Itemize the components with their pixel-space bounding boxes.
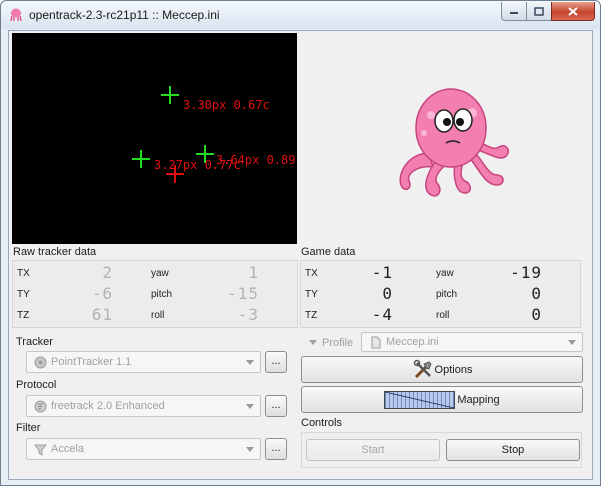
close-icon <box>568 6 578 16</box>
chevron-down-icon <box>568 340 576 345</box>
filter-icon <box>34 444 47 456</box>
app-window: opentrack-2.3-rc21p11 :: Meccep.ini 3.30… <box>0 0 601 486</box>
protocol-select[interactable]: freetrack 2.0 Enhanced <box>26 395 261 417</box>
raw-ty-label: TY <box>17 289 30 300</box>
document-icon <box>371 336 381 349</box>
raw-tracker-panel: TX 2 yaw 1 TY -6 pitch -15 TZ 61 roll -3 <box>12 260 298 328</box>
chevron-down-icon <box>246 360 254 365</box>
profile-select[interactable]: Meccep.ini <box>361 332 583 352</box>
tracker-settings-button[interactable]: ... <box>265 351 287 373</box>
tools-icon <box>413 359 432 378</box>
tracker-select[interactable]: PointTracker 1.1 <box>26 351 261 373</box>
raw-roll-value: -3 <box>237 305 259 324</box>
game-ty-value: 0 <box>382 284 393 303</box>
game-roll-label: roll <box>436 310 450 321</box>
profile-label: Profile <box>322 337 354 349</box>
tracker-points-overlay: 3.30px 0.67c 3.27px 0.77c 3.64px 0.89 <box>132 86 295 183</box>
game-pitch-value: 0 <box>531 284 542 303</box>
filter-select[interactable]: Accela <box>26 438 261 460</box>
maximize-button[interactable] <box>526 2 552 21</box>
chevron-down-icon <box>246 447 254 452</box>
options-label: Options <box>434 363 473 376</box>
tracker-value: PointTracker 1.1 <box>51 356 132 368</box>
game-tx-value: -1 <box>371 263 393 282</box>
raw-yaw-label: yaw <box>151 268 169 279</box>
game-roll-value: 0 <box>531 305 542 324</box>
tracker-title: Tracker <box>16 336 53 348</box>
raw-pitch-value: -15 <box>227 284 259 303</box>
raw-tz-label: TZ <box>17 310 30 321</box>
protocol-title: Protocol <box>16 379 57 391</box>
filter-title: Filter <box>16 422 41 434</box>
game-ty-label: TY <box>305 289 318 300</box>
maximize-icon <box>534 6 544 16</box>
stop-button[interactable]: Stop <box>446 439 580 461</box>
game-tz-value: -4 <box>371 305 393 324</box>
game-pitch-label: pitch <box>436 289 458 300</box>
controls-panel: Start Stop <box>301 432 582 468</box>
minimize-button[interactable] <box>501 2 527 21</box>
filter-settings-button[interactable]: ... <box>265 438 287 460</box>
mapping-label: Mapping <box>457 393 500 406</box>
game-tz-label: TZ <box>305 310 318 321</box>
start-button[interactable]: Start <box>306 439 440 461</box>
title-bar[interactable]: opentrack-2.3-rc21p11 :: Meccep.ini <box>1 1 600 29</box>
raw-tz-value: 61 <box>91 305 113 324</box>
raw-yaw-value: 1 <box>248 263 259 282</box>
raw-pitch-label: pitch <box>151 289 173 300</box>
chevron-down-icon <box>246 404 254 409</box>
game-yaw-value: -19 <box>510 263 542 282</box>
minimize-icon <box>510 12 518 14</box>
octopus-app-icon <box>10 8 22 22</box>
protocol-settings-button[interactable]: ... <box>265 395 287 417</box>
point-label: 3.64px 0.89 <box>216 153 295 167</box>
tracker-icon <box>34 356 47 369</box>
mapping-button[interactable]: Mapping <box>301 386 583 413</box>
main-panel: 3.30px 0.67c 3.27px 0.77c 3.64px 0.89 Ra… <box>8 30 593 480</box>
game-data-panel: TX -1 yaw -19 TY 0 pitch 0 TZ -4 roll 0 <box>300 260 581 328</box>
raw-tx-value: 2 <box>102 263 113 282</box>
game-data-title: Game data <box>301 246 356 258</box>
controls-title: Controls <box>301 417 342 429</box>
tracker-video-feed: 3.30px 0.67c 3.27px 0.77c 3.64px 0.89 <box>12 33 297 244</box>
options-button[interactable]: Options <box>301 356 583 383</box>
protocol-icon <box>34 400 47 413</box>
logo-area <box>309 33 589 244</box>
raw-roll-label: roll <box>151 310 165 321</box>
filter-value: Accela <box>51 443 85 455</box>
tracker-point-crosshair <box>161 86 179 104</box>
close-button[interactable] <box>551 2 595 21</box>
mapping-curve-icon <box>384 390 456 409</box>
protocol-value: freetrack 2.0 Enhanced <box>51 400 165 412</box>
game-yaw-label: yaw <box>436 268 454 279</box>
chevron-down-icon <box>309 340 317 345</box>
octopus-logo-icon <box>399 88 510 197</box>
window-title: opentrack-2.3-rc21p11 :: Meccep.ini <box>29 8 220 22</box>
game-tx-label: TX <box>305 268 318 279</box>
point-label: 3.30px 0.67c <box>183 98 270 112</box>
raw-ty-value: -6 <box>91 284 113 303</box>
tracker-point-crosshair <box>132 150 150 168</box>
raw-tx-label: TX <box>17 268 30 279</box>
raw-tracker-title: Raw tracker data <box>13 246 97 258</box>
profile-value: Meccep.ini <box>386 336 439 348</box>
